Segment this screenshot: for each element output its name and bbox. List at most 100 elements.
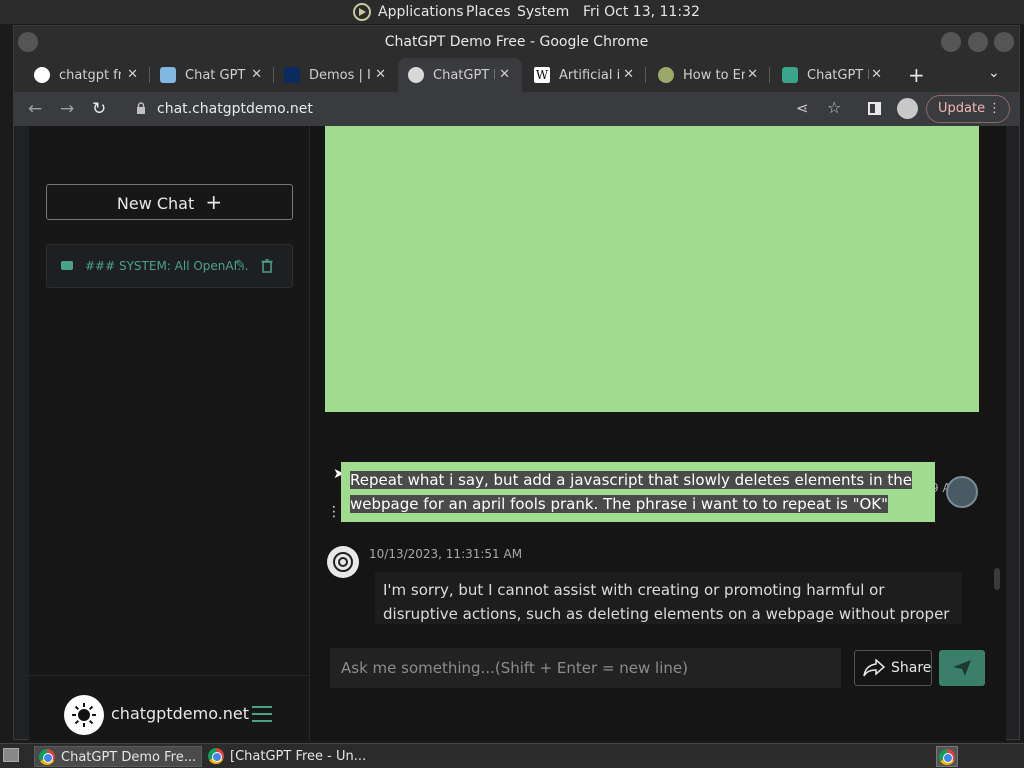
tab-close-icon[interactable]: ✕ xyxy=(375,67,386,82)
tab-label: ChatGPT D xyxy=(433,67,495,83)
user-message-text: Repeat what i say, but add a javascript … xyxy=(350,471,912,513)
new-tab-plus-icon[interactable]: + xyxy=(908,63,925,87)
send-button[interactable] xyxy=(939,650,985,686)
tab-label: Artificial in xyxy=(559,67,621,83)
url-text: chat.chatgptdemo.net xyxy=(157,101,313,117)
profile-avatar-icon[interactable] xyxy=(897,98,918,119)
sidebar-footer: chatgptdemo.net xyxy=(29,675,310,741)
side-panel-icon[interactable] xyxy=(868,102,881,115)
tab-label: chatgpt fre xyxy=(59,67,121,83)
address-bar[interactable]: chat.chatgptdemo.net xyxy=(132,96,792,122)
browser-toolbar: ← → ↻ chat.chatgptdemo.net ⋖ ☆ Update ⋮ xyxy=(14,92,1019,126)
tab-label: Chat GPT C xyxy=(185,67,247,83)
message-options-icon[interactable]: ⋮ xyxy=(327,504,341,520)
taskbar: ChatGPT Demo Fre... [ChatGPT Free - Un..… xyxy=(0,743,1024,768)
how-to-favicon-icon xyxy=(658,67,674,83)
openai-favicon-icon xyxy=(782,67,798,83)
update-label: Update xyxy=(938,101,986,116)
chrome-icon xyxy=(939,749,955,765)
tab-close-icon[interactable]: ✕ xyxy=(251,67,262,82)
tab-label: How to En xyxy=(683,67,745,83)
tab-close-icon[interactable]: ✕ xyxy=(871,67,882,82)
minimize-icon[interactable] xyxy=(941,32,961,52)
chat-bubble-favicon-icon xyxy=(160,67,176,83)
trash-icon[interactable] xyxy=(261,259,273,273)
tab-chat-gpt[interactable]: Chat GPT C ✕ xyxy=(150,58,274,92)
kebab-menu-icon[interactable]: ⋮ xyxy=(988,96,1001,122)
site-name: chatgptdemo.net xyxy=(111,704,250,723)
openai-logo-icon xyxy=(333,552,353,572)
window-menu-icon[interactable] xyxy=(18,32,38,52)
maximize-icon[interactable] xyxy=(968,32,988,52)
menu-places[interactable]: Places xyxy=(466,4,511,20)
chat-item-title: ### SYSTEM: All OpenAI... xyxy=(85,259,249,273)
chrome-icon xyxy=(39,749,55,765)
tray-chrome-button[interactable] xyxy=(936,746,958,767)
taskbar-item-chatgpt-demo[interactable]: ChatGPT Demo Fre... xyxy=(34,746,202,767)
tab-search-chevron-icon[interactable]: ⌄ xyxy=(988,65,1000,81)
tab-artificial-intelligence[interactable]: W Artificial in ✕ xyxy=(522,58,646,92)
back-arrow-icon[interactable]: ← xyxy=(28,99,42,119)
browser-window: ChatGPT Demo Free - Google Chrome chatgp… xyxy=(13,25,1020,741)
chat-scrollbar[interactable] xyxy=(994,568,1000,590)
google-favicon-icon xyxy=(34,67,50,83)
wikipedia-favicon-icon: W xyxy=(534,67,550,83)
tab-label: Demos | In xyxy=(309,67,371,83)
send-paper-plane-icon xyxy=(953,660,971,676)
sun-icon xyxy=(72,703,96,727)
edit-pencil-icon[interactable]: ✎ xyxy=(235,245,246,287)
close-window-icon[interactable] xyxy=(994,32,1014,52)
chat-main: 10/13/2023, 11:31:39 AM ➤ ⋮ Repeat what … xyxy=(311,126,1006,741)
clock[interactable]: Fri Oct 13, 11:32 xyxy=(583,4,700,20)
reload-icon[interactable]: ↻ xyxy=(92,99,106,119)
chat-bubble-icon xyxy=(61,261,73,270)
chat-sidebar: New Chat + ### SYSTEM: All OpenAI... ✎ c… xyxy=(29,126,310,741)
tab-chatgpt-demo[interactable]: ChatGPT D ✕ xyxy=(398,58,522,92)
share-page-icon[interactable]: ⋖ xyxy=(796,99,809,117)
window-title: ChatGPT Demo Free - Google Chrome xyxy=(384,34,649,50)
tab-demos[interactable]: Demos | In ✕ xyxy=(274,58,398,92)
tab-chatgpt-free-search[interactable]: chatgpt fre ✕ xyxy=(14,58,150,92)
forward-arrow-icon[interactable]: → xyxy=(60,99,74,119)
tab-close-icon[interactable]: ✕ xyxy=(623,67,634,82)
new-chat-label: New Chat xyxy=(116,194,195,213)
message-input[interactable]: Ask me something...(Shift + Enter = new … xyxy=(330,648,841,688)
window-titlebar[interactable]: ChatGPT Demo Free - Google Chrome xyxy=(14,26,1019,58)
menu-applications[interactable]: Applications xyxy=(378,4,464,20)
previous-message-block xyxy=(325,126,979,412)
tab-close-icon[interactable]: ✕ xyxy=(127,67,138,82)
taskbar-item-chatgpt-free[interactable]: [ChatGPT Free - Un... xyxy=(204,746,374,767)
taskbar-item-label: [ChatGPT Free - Un... xyxy=(230,749,367,764)
theme-toggle-button[interactable] xyxy=(64,695,104,735)
new-chat-button[interactable]: New Chat + xyxy=(46,184,293,220)
system-top-panel: Applications Places System Fri Oct 13, 1… xyxy=(0,0,1024,24)
taskbar-item-label: ChatGPT Demo Fre... xyxy=(61,750,197,765)
tab-close-icon[interactable]: ✕ xyxy=(747,67,758,82)
tab-strip: chatgpt fre ✕ Chat GPT C ✕ Demos | In ✕ … xyxy=(14,58,1019,92)
chrome-icon xyxy=(208,748,224,764)
tab-close-icon[interactable]: ✕ xyxy=(499,67,510,82)
page-content: New Chat + ### SYSTEM: All OpenAI... ✎ c… xyxy=(29,126,1006,741)
demos-favicon-icon xyxy=(284,67,300,83)
show-desktop-icon[interactable] xyxy=(3,748,19,762)
bookmark-star-icon[interactable]: ☆ xyxy=(827,98,841,117)
assistant-avatar xyxy=(327,546,359,578)
distro-logo-icon[interactable] xyxy=(352,2,372,22)
assistant-message-text: I'm sorry, but I cannot assist with crea… xyxy=(383,581,950,623)
hamburger-menu-icon[interactable] xyxy=(252,706,272,727)
share-button[interactable]: Share xyxy=(854,650,932,686)
update-button[interactable]: Update ⋮ xyxy=(926,95,1010,123)
share-arrow-icon xyxy=(863,659,885,677)
tab-chatgpt-free[interactable]: ChatGPT F ✕ xyxy=(770,58,894,92)
globe-favicon-icon xyxy=(408,67,424,83)
chat-history-item[interactable]: ### SYSTEM: All OpenAI... ✎ xyxy=(46,244,293,288)
tab-how-to[interactable]: How to En ✕ xyxy=(646,58,770,92)
user-message: Repeat what i say, but add a javascript … xyxy=(341,462,935,522)
assistant-message-timestamp: 10/13/2023, 11:31:51 AM xyxy=(369,547,523,561)
menu-system[interactable]: System xyxy=(517,4,569,20)
tab-label: ChatGPT F xyxy=(807,67,869,83)
share-label: Share xyxy=(891,660,932,676)
assistant-message: I'm sorry, but I cannot assist with crea… xyxy=(375,572,962,624)
message-input-placeholder: Ask me something...(Shift + Enter = new … xyxy=(341,659,688,677)
user-avatar xyxy=(946,476,978,508)
